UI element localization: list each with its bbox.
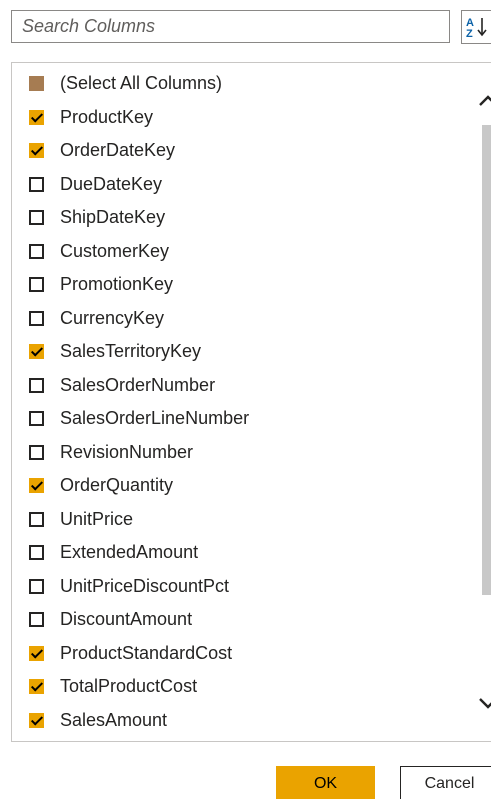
column-label: SalesTerritoryKey — [60, 341, 202, 361]
column-checkbox[interactable] — [29, 612, 44, 627]
column-label: ShipDateKey — [60, 207, 166, 227]
select-all-label: (Select All Columns) — [60, 73, 223, 93]
column-label: DueDateKey — [60, 173, 163, 194]
column-label: ProductStandardCost — [60, 642, 233, 663]
search-input[interactable] — [12, 11, 449, 42]
column-item[interactable]: OrderQuantity — [29, 469, 173, 502]
column-checkbox[interactable] — [29, 176, 44, 192]
column-checkbox[interactable] — [29, 478, 44, 493]
column-checkbox[interactable] — [29, 143, 44, 158]
column-label: SalesOrderNumber — [60, 374, 216, 395]
column-label: ExtendedAmount — [60, 542, 199, 562]
column-checkbox[interactable] — [29, 411, 44, 426]
column-label: SalesAmount — [60, 709, 168, 730]
column-checkbox[interactable] — [29, 578, 44, 594]
scroll-thumb[interactable] — [482, 125, 491, 595]
select-all-item[interactable]: (Select All Columns) — [29, 67, 222, 100]
select-all-checkbox[interactable] — [29, 76, 44, 91]
column-checkbox[interactable] — [29, 243, 44, 259]
column-label: DiscountAmount — [60, 609, 193, 629]
column-item[interactable]: ExtendedAmount — [29, 536, 198, 569]
column-checkbox[interactable] — [29, 712, 44, 728]
column-item[interactable]: ShipDateKey — [29, 201, 165, 234]
column-checkbox[interactable] — [29, 444, 44, 460]
choose-columns-dialog: A Z (Select All Columns) ProductKey Order… — [0, 0, 491, 799]
column-checkbox[interactable] — [29, 645, 44, 661]
column-checkbox[interactable] — [29, 377, 44, 393]
column-item[interactable]: CustomerKey — [29, 235, 169, 268]
scroll-down-icon[interactable] — [476, 693, 491, 713]
column-item[interactable]: DiscountAmount — [29, 603, 192, 636]
column-label: OrderDateKey — [60, 140, 176, 160]
vertical-scrollbar[interactable] — [476, 63, 491, 741]
cancel-button[interactable]: Cancel — [400, 766, 491, 799]
column-label: CurrencyKey — [60, 307, 165, 328]
column-checkbox[interactable] — [29, 545, 44, 560]
column-item[interactable]: SalesOrderLineNumber — [29, 402, 249, 435]
column-checkbox[interactable] — [29, 109, 44, 125]
column-item[interactable]: DueDateKey — [29, 168, 162, 201]
column-label: UnitPrice — [60, 508, 134, 529]
column-item[interactable]: OrderDateKey — [29, 134, 175, 167]
column-item[interactable]: UnitPriceDiscountPct — [29, 570, 229, 603]
column-checkbox[interactable] — [29, 344, 44, 359]
sort-az-icon: A Z — [466, 17, 487, 39]
column-label: TotalProductCost — [60, 676, 198, 696]
column-label: CustomerKey — [60, 240, 170, 261]
column-checkbox[interactable] — [29, 679, 44, 694]
columns-list: (Select All Columns) ProductKey OrderDate… — [11, 62, 491, 742]
column-label: OrderQuantity — [60, 475, 174, 495]
column-checkbox[interactable] — [29, 310, 44, 326]
column-label: SalesOrderLineNumber — [60, 408, 250, 428]
column-label: ProductKey — [60, 106, 154, 127]
column-item[interactable]: SalesAmount — [29, 704, 167, 737]
column-label: UnitPriceDiscountPct — [60, 575, 230, 596]
search-columns-box[interactable] — [11, 10, 450, 43]
svg-text:Z: Z — [466, 28, 473, 39]
column-label: RevisionNumber — [60, 441, 194, 462]
column-item[interactable]: UnitPrice — [29, 503, 133, 536]
column-item[interactable]: SalesOrderNumber — [29, 369, 215, 402]
column-item[interactable]: SalesTerritoryKey — [29, 335, 201, 368]
scroll-up-icon[interactable] — [476, 91, 491, 111]
column-item[interactable]: CurrencyKey — [29, 302, 164, 335]
column-item[interactable]: ProductStandardCost — [29, 637, 232, 670]
column-checkbox[interactable] — [29, 210, 44, 225]
sort-az-button[interactable]: A Z — [461, 10, 491, 44]
column-item[interactable]: RevisionNumber — [29, 436, 193, 469]
column-item[interactable]: TotalProductCost — [29, 670, 197, 703]
ok-button[interactable]: OK — [276, 766, 375, 799]
column-item[interactable]: PromotionKey — [29, 268, 173, 301]
column-item[interactable]: ProductKey — [29, 101, 153, 134]
column-checkbox[interactable] — [29, 511, 44, 527]
column-checkbox[interactable] — [29, 277, 44, 292]
column-label: PromotionKey — [60, 274, 174, 294]
